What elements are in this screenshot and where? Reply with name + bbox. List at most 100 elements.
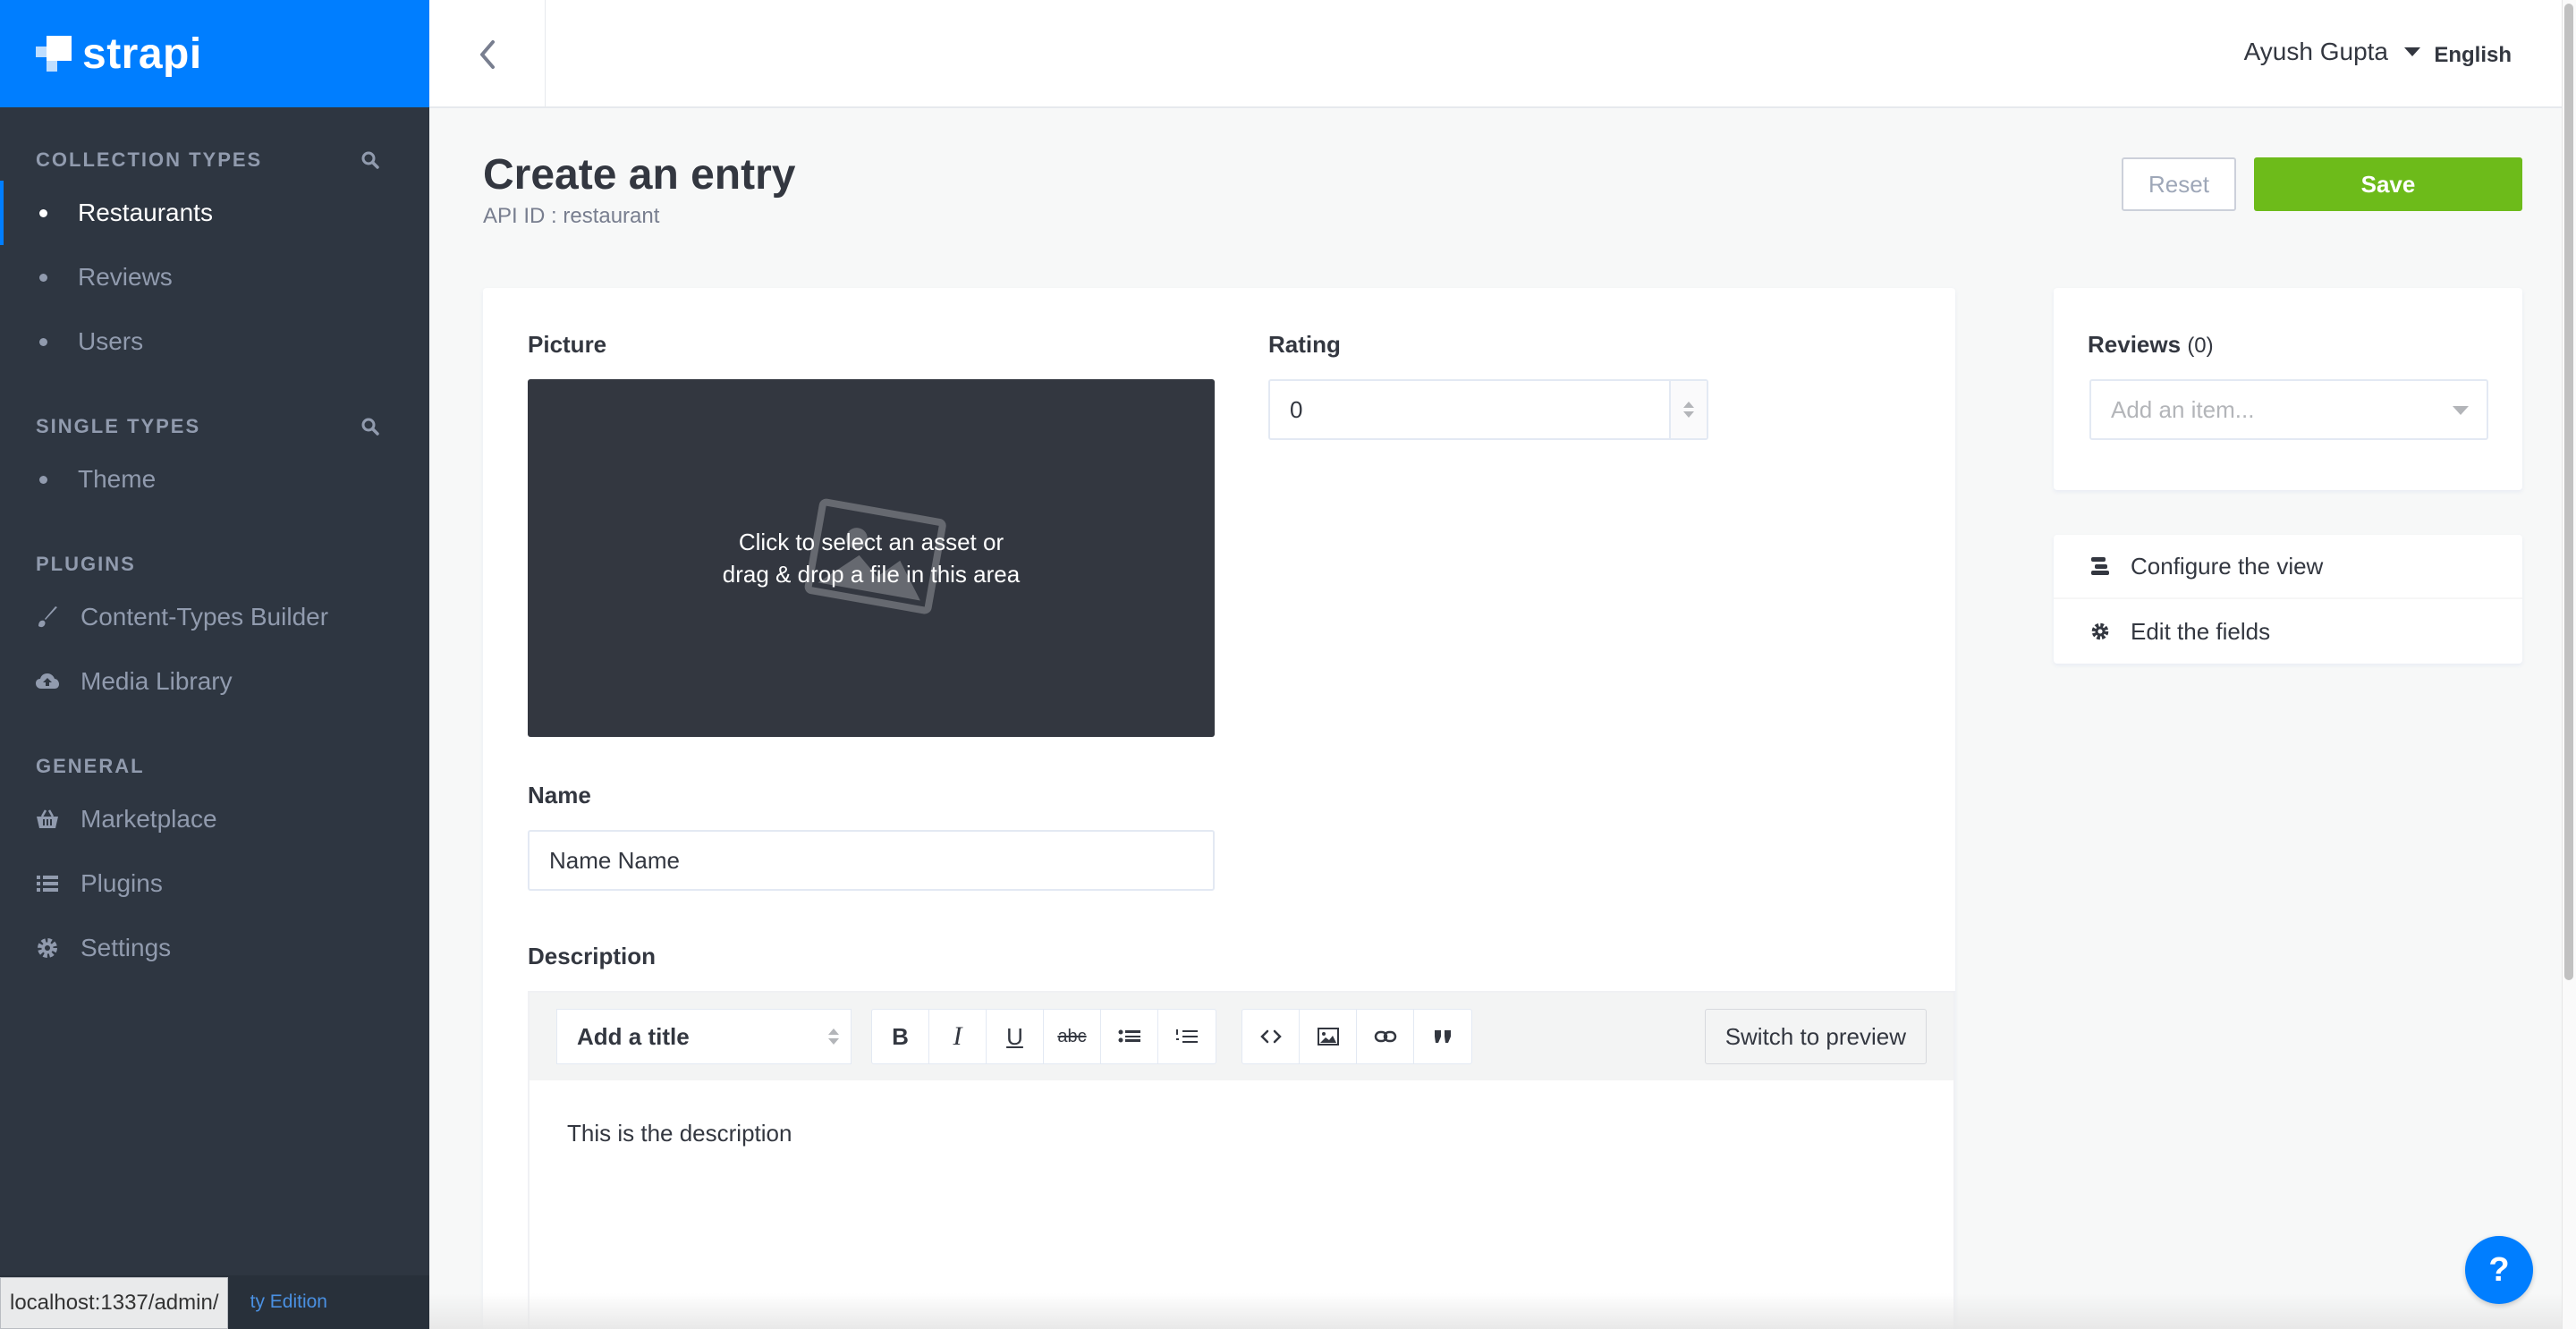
search-icon[interactable] xyxy=(360,416,381,437)
sidebar-item-marketplace[interactable]: Marketplace xyxy=(0,787,429,851)
sidebar-item-media-library[interactable]: Media Library xyxy=(0,649,429,714)
reviews-count: (0) xyxy=(2187,334,2214,358)
bullet-icon xyxy=(39,208,47,217)
caret-down-icon xyxy=(2404,47,2420,56)
brush-icon xyxy=(34,605,61,629)
reviews-placeholder: Add an item... xyxy=(2111,395,2255,423)
edit-form-card: Picture Click to select an asset or drag… xyxy=(483,288,1955,1329)
user-menu[interactable]: Ayush Gupta xyxy=(2244,38,2420,66)
markdown-editor: Add a title B I U abc Switch to preview … xyxy=(528,991,1955,1329)
format-button-group: B I U abc xyxy=(871,1009,1216,1064)
bullet-list-icon xyxy=(1118,1029,1140,1043)
cloud-upload-icon xyxy=(34,671,61,692)
rating-input[interactable]: 0 xyxy=(1268,379,1708,440)
bullet-list-button[interactable] xyxy=(1101,1010,1158,1063)
user-name: Ayush Gupta xyxy=(2243,38,2388,65)
rating-label: Rating xyxy=(1268,331,1341,358)
back-button[interactable] xyxy=(429,0,546,108)
sidebar: strapi COLLECTION TYPES Restaurants Revi… xyxy=(0,0,429,1329)
search-icon[interactable] xyxy=(360,149,381,171)
description-label: Description xyxy=(528,943,657,969)
sidebar-item-restaurants[interactable]: Restaurants xyxy=(0,181,429,245)
italic-button[interactable]: I xyxy=(929,1010,987,1063)
reviews-select[interactable]: Add an item... xyxy=(2089,379,2488,440)
image-icon xyxy=(1317,1028,1339,1045)
page-title: Create an entry xyxy=(483,151,796,199)
layout-icon xyxy=(2089,555,2111,577)
scrollbar-thumb[interactable] xyxy=(2564,4,2573,980)
sidebar-item-plugins[interactable]: Plugins xyxy=(0,851,429,916)
section-single-types: SINGLE TYPES Theme xyxy=(0,374,429,512)
image-button[interactable] xyxy=(1300,1010,1357,1063)
section-title: PLUGINS xyxy=(36,553,136,575)
sidebar-item-content-types-builder[interactable]: Content-Types Builder xyxy=(0,585,429,649)
sidebar-item-settings[interactable]: Settings xyxy=(0,916,429,980)
bottom-shadow xyxy=(429,1293,2562,1329)
list-icon xyxy=(34,874,61,893)
code-button[interactable] xyxy=(1242,1010,1300,1063)
brand-name: strapi xyxy=(82,30,202,78)
bullet-icon xyxy=(39,337,47,346)
strikethrough-button[interactable]: abc xyxy=(1044,1010,1101,1063)
arrow-up-icon xyxy=(1683,402,1694,408)
reset-button[interactable]: Reset xyxy=(2122,157,2236,211)
help-button[interactable]: ? xyxy=(2465,1236,2533,1304)
reviews-label: Reviews (0) xyxy=(2088,331,2214,358)
numbered-list-icon xyxy=(1176,1029,1198,1043)
page-scrollbar[interactable] xyxy=(2562,0,2576,1329)
strapi-logo[interactable]: strapi xyxy=(36,30,202,79)
quote-button[interactable] xyxy=(1414,1010,1471,1063)
dropzone-text-line-2: drag & drop a file in this area xyxy=(722,561,1021,588)
insert-button-group xyxy=(1241,1009,1472,1064)
number-stepper[interactable] xyxy=(1669,381,1707,438)
configure-view-link[interactable]: Configure the view xyxy=(2054,535,2522,599)
bold-button[interactable]: B xyxy=(872,1010,929,1063)
chevron-left-icon xyxy=(479,39,495,69)
section-title: COLLECTION TYPES xyxy=(36,148,263,171)
quote-icon xyxy=(1435,1030,1451,1043)
switch-to-preview-button[interactable]: Switch to preview xyxy=(1704,1009,1927,1064)
sidebar-item-reviews[interactable]: Reviews xyxy=(0,245,429,309)
editor-content[interactable]: This is the description xyxy=(530,1080,1953,1147)
code-icon xyxy=(1259,1029,1282,1044)
configure-view-label: Configure the view xyxy=(2131,552,2324,580)
basket-icon xyxy=(34,808,61,830)
view-links-card: Configure the view Edit the fields xyxy=(2054,535,2522,664)
edit-fields-label: Edit the fields xyxy=(2131,617,2271,645)
heading-select-value: Add a title xyxy=(577,1022,690,1050)
numbered-list-button[interactable] xyxy=(1158,1010,1216,1063)
section-plugins: PLUGINS Content-Types Builder Media Libr… xyxy=(0,512,429,714)
section-title: SINGLE TYPES xyxy=(36,415,201,437)
save-button[interactable]: Save xyxy=(2254,157,2522,211)
top-header: Ayush Gupta English xyxy=(429,0,2562,108)
editor-text: This is the description xyxy=(567,1120,792,1147)
bullet-icon xyxy=(39,273,47,282)
section-general: GENERAL Marketplace Plugins Settings xyxy=(0,714,429,980)
strapi-logo-icon xyxy=(36,36,72,72)
edition-label: ty Edition xyxy=(250,1291,327,1312)
name-value: Name Name xyxy=(549,846,680,874)
url-hint: localhost:1337/admin/ xyxy=(0,1277,229,1329)
link-icon xyxy=(1374,1030,1396,1043)
arrow-down-icon xyxy=(1683,411,1694,418)
heading-select[interactable]: Add a title xyxy=(556,1009,852,1064)
picture-dropzone[interactable]: Click to select an asset or drag & drop … xyxy=(528,379,1215,737)
editor-toolbar: Add a title B I U abc Switch to preview xyxy=(530,993,1953,1080)
dropzone-text-line-1: Click to select an asset or xyxy=(738,529,1004,555)
link-button[interactable] xyxy=(1357,1010,1414,1063)
name-input[interactable]: Name Name xyxy=(528,830,1215,891)
name-label: Name xyxy=(528,782,591,808)
underline-button[interactable]: U xyxy=(987,1010,1044,1063)
caret-down-icon xyxy=(2453,406,2469,415)
language-selector[interactable]: English xyxy=(2434,43,2512,68)
rating-value: 0 xyxy=(1290,395,1303,423)
sidebar-item-users[interactable]: Users xyxy=(0,309,429,374)
relations-card: Reviews (0) Add an item... xyxy=(2054,288,2522,490)
edit-fields-link[interactable]: Edit the fields xyxy=(2054,599,2522,664)
picture-label: Picture xyxy=(528,331,607,358)
section-collection-types: COLLECTION TYPES Restaurants Reviews Use… xyxy=(0,107,429,374)
sidebar-item-theme[interactable]: Theme xyxy=(0,447,429,512)
api-id: API ID : restaurant xyxy=(483,204,660,228)
bullet-icon xyxy=(39,475,47,484)
section-title: GENERAL xyxy=(36,755,145,777)
